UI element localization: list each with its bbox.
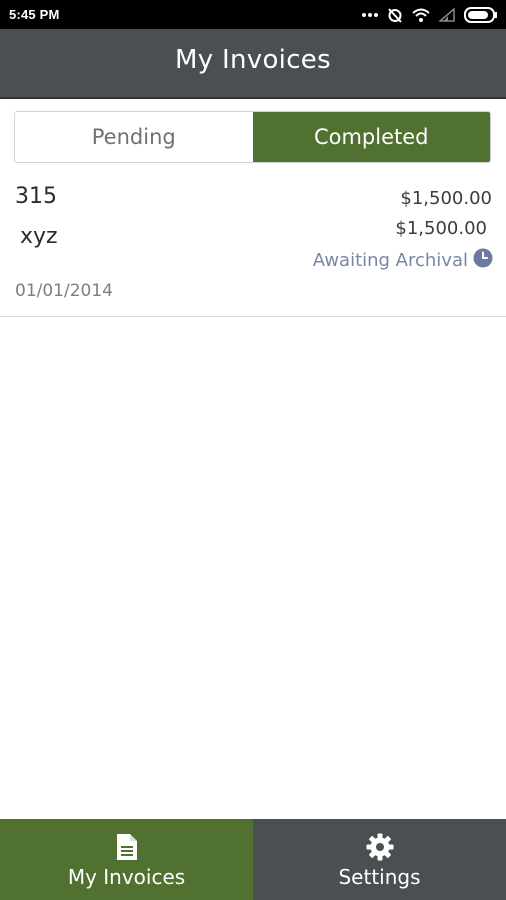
nav-settings[interactable]: Settings [253,819,506,900]
wifi-icon [412,8,430,22]
status-icons [362,6,498,24]
invoice-status-text: Awaiting Archival [312,249,468,271]
status-tabs: Pending Completed [14,111,491,163]
invoice-total: $1,500.00 [400,188,492,209]
bottom-nav: My Invoices Settings [0,819,506,900]
signal-icon [439,8,455,22]
page-title: My Invoices [175,45,331,75]
nav-my-invoices[interactable]: My Invoices [0,819,253,900]
more-dots-icon [362,12,378,18]
document-icon [115,831,139,861]
invoice-customer: xyz [20,224,58,249]
invoice-list-item[interactable]: 315 xyz 01/01/2014 $1,500.00 $1,500.00 A… [0,176,506,317]
invoice-number: 315 [15,184,57,209]
clock-icon [473,248,493,272]
nav-settings-label: Settings [338,864,421,889]
status-time: 5:45 PM [9,7,60,22]
tab-pending[interactable]: Pending [15,112,253,162]
invoice-status: Awaiting Archival [313,248,493,272]
tab-completed[interactable]: Completed [252,112,490,162]
battery-icon [464,7,498,23]
invoice-balance: $1,500.00 [395,218,487,239]
invoice-date: 01/01/2014 [15,281,113,301]
nav-my-invoices-label: My Invoices [67,864,186,889]
title-bar: My Invoices [0,29,506,99]
alarm-off-icon [387,7,403,23]
gear-icon [366,831,394,861]
app-screen: 5:45 PM My Invoices Pending Completed 31… [0,0,506,900]
status-bar: 5:45 PM [0,0,506,29]
